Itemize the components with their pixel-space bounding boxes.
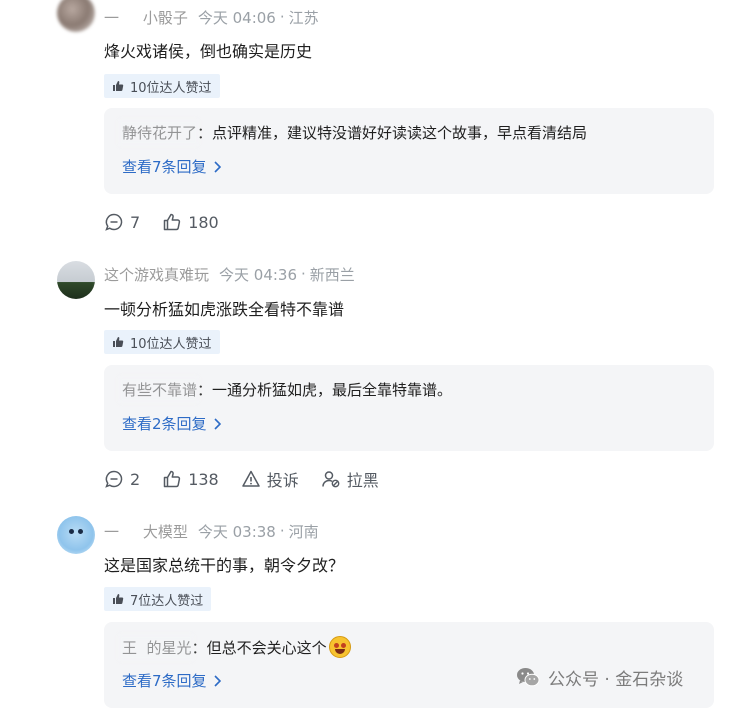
view-replies-link[interactable]: 查看7条回复 [122,670,221,691]
reply-username[interactable]: 静待花开了 [122,122,197,143]
reply-line: 王 的星光 ： 但总不会关心这个 [122,636,351,658]
comment-text: 一顿分析猛如虎涨跌全看特不靠谱 [104,300,345,319]
expert-likes-tag[interactable]: 10位达人赞过 [104,330,220,354]
reply-username[interactable]: 王 的星光 [122,637,192,658]
username[interactable]: 一 小骰子 [104,7,188,28]
likes-tag-label: 10位达人赞过 [130,336,212,352]
reply-button[interactable]: 2 [104,469,140,489]
comment-text: 烽火戏诸侯，倒也确实是历史 [104,42,313,61]
comment-meta: 一 大模型 今天 03:38 · 河南 [104,520,319,542]
wechat-icon [517,668,540,687]
expert-likes-tag[interactable]: 10位达人赞过 [104,74,220,98]
timestamp: 今天 03:38 [197,522,276,541]
chevron-right-icon [213,674,221,687]
reply-colon: ： [197,381,213,399]
username[interactable]: 一 大模型 [104,521,188,542]
watermark: 公众号 · 金石杂谈 [516,664,683,690]
comment-meta: 一 小骰子 今天 04:06 · 江苏 [104,6,319,28]
reply-line: 有些不靠谱 ： 一通分析猛如虎，最后全靠特靠谱。 [122,379,452,400]
reply-username[interactable]: 有些不靠谱 [122,379,197,400]
reply-line: 静待花开了 ： 点评精准，建议特没谱好好读读这个故事，早点看清结局 [122,122,587,143]
location: 江苏 [288,8,319,27]
comment-bubble-icon [105,470,123,488]
reply-text: 一通分析猛如虎，最后全靠特靠谱。 [212,381,453,399]
comment-count: 7 [130,212,141,232]
meta-separator: · [279,8,285,26]
like-button[interactable]: 180 [162,212,219,232]
chevron-right-icon [213,160,221,173]
thumbs-up-icon [113,81,124,91]
view-replies-link[interactable]: 查看2条回复 [122,413,221,434]
reply-colon: ： [197,124,213,142]
meta-separator: · [279,522,285,540]
view-replies-label: 查看7条回复 [122,158,207,176]
comment-actions: 2 138 投诉 拉黑 [104,468,401,490]
avatar[interactable] [57,261,95,299]
timestamp: 今天 04:36 [219,265,298,284]
expert-likes-tag[interactable]: 7位达人赞过 [104,587,212,611]
timestamp: 今天 04:06 [197,8,276,27]
thumbs-up-outline-icon [163,213,181,231]
likes-tag-label: 7位达人赞过 [130,593,204,609]
view-replies-link[interactable]: 查看7条回复 [122,156,221,177]
username[interactable]: 这个游戏真难玩 [104,264,209,285]
thumbs-up-outline-icon [163,470,181,488]
reply-preview: 静待花开了 ： 点评精准，建议特没谱好好读读这个故事，早点看清结局 查看7条回复 [104,108,714,194]
comment-bubble-icon [105,213,123,231]
report-button[interactable]: 投诉 [241,467,299,491]
view-replies-label: 查看2条回复 [122,415,207,433]
reply-preview: 有些不靠谱 ： 一通分析猛如虎，最后全靠特靠谱。 查看2条回复 [104,365,714,451]
like-button[interactable]: 138 [162,469,219,489]
comment-count: 2 [130,469,141,489]
comment-actions: 7 180 [104,211,241,233]
watermark-text: 公众号 · 金石杂谈 [548,669,684,690]
location: 新西兰 [309,265,355,284]
like-count: 138 [188,469,219,489]
reply-colon: ： [191,638,207,657]
user-block-icon [322,471,340,488]
chevron-right-icon [213,417,221,430]
avatar[interactable] [57,516,95,554]
thumbs-up-icon [113,337,124,347]
location: 河南 [288,522,319,541]
reply-text: 点评精准，建议特没谱好好读读这个故事，早点看清结局 [212,124,588,142]
block-label: 拉黑 [346,471,379,490]
reply-text: 但总不会关心这个 [206,638,327,657]
avatar[interactable] [57,0,95,32]
grinning-emoji-icon [328,636,351,658]
report-label: 投诉 [266,471,299,490]
like-count: 180 [188,212,219,232]
reply-button[interactable]: 7 [104,212,140,232]
comment-text: 这是国家总统干的事，朝令夕改？ [104,556,345,575]
block-button[interactable]: 拉黑 [321,467,379,491]
view-replies-label: 查看7条回复 [122,672,207,690]
warning-triangle-icon [241,470,260,487]
likes-tag-label: 10位达人赞过 [130,80,212,96]
comment-meta: 这个游戏真难玩 今天 04:36 · 新西兰 [104,263,355,285]
thumbs-up-icon [113,594,124,604]
meta-separator: · [301,265,306,283]
